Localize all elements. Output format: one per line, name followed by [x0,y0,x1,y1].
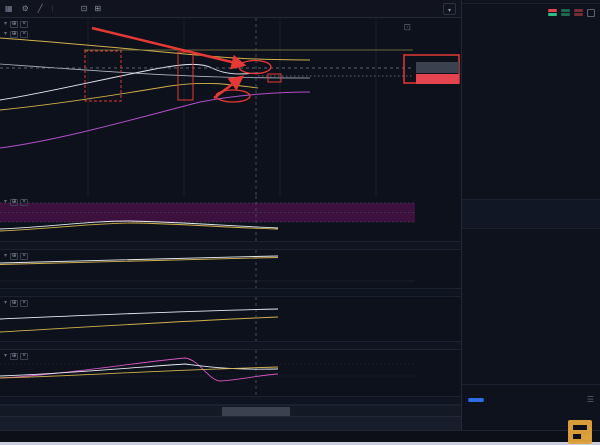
annotation-arrow-2[interactable] [213,75,244,99]
toolbar-divider: | [51,4,54,13]
kdj-settings-icon[interactable]: ⊕ [10,353,19,360]
layout-icon[interactable] [587,8,595,17]
kdj-d-line [0,366,279,379]
macd-panel: ▾ ⊕ × [0,250,461,288]
new-window-icon[interactable]: ⊞ [94,4,101,13]
ma-panel: ▾ ⊕ × [0,297,461,341]
ma-panel-ma7-line [0,308,279,320]
settings-small-icon[interactable]: ☰ [587,395,594,404]
jinse-logo-icon [568,420,592,444]
boll-close-icon[interactable]: × [20,21,29,28]
main-chart-panel: ▾ ⊕ × ▾ ⊕ × ⊡ [0,18,461,196]
book-mode-split-icon[interactable] [548,8,557,17]
ask-list [462,44,600,199]
macd-canvas[interactable] [0,250,461,288]
ma-panel-close-icon[interactable]: × [20,300,29,307]
annotation-ellipse-450[interactable] [238,59,272,75]
stochrsi-panel: ▾ ⊕ × [0,196,461,241]
boll-lower-line [0,91,311,149]
kdj-canvas[interactable] [0,350,461,396]
ma-close-icon[interactable]: × [20,30,29,38]
fullscreen-icon[interactable]: ⊡ [81,4,88,13]
macd-settings-icon[interactable]: ⊕ [10,253,19,260]
pencil-icon: ╱ [37,4,43,13]
grid-lines [87,18,377,196]
indicator-tabbar [0,396,461,405]
ma-canvas[interactable] [0,297,461,341]
main-chart-canvas[interactable] [0,18,461,196]
stochrsi-d-line [0,222,279,232]
last-price-block [462,199,600,229]
indicator-tabbar [0,288,461,297]
camera-icon[interactable]: ⊡ [403,22,411,33]
stochrsi-settings-icon[interactable]: ⊕ [10,199,19,206]
draw-line-button[interactable]: ╱ [38,4,45,13]
kdj-j-line [0,357,279,382]
ma-settings-icon[interactable]: ⊕ [10,30,19,38]
weibi-row [462,21,600,33]
ma30-line [0,82,259,111]
kdj-close-icon[interactable]: × [20,353,29,360]
trading-app: ▦ ⚙ ╱ | ⊡ ⊞ ▾ ▾ ⊕ × ▾ ⊕ × ⊡ ▾ ⊕ × ▾ ⊕ × … [0,0,600,445]
stochrsi-close-icon[interactable]: × [20,199,29,206]
annotation-ellipse-437[interactable] [215,89,251,103]
watermark [568,420,597,444]
kdj-panel: ▾ ⊕ × [0,350,461,396]
macd-close-icon[interactable]: × [20,253,29,260]
book-headers [462,33,600,44]
ma-panel-settings-icon[interactable]: ⊕ [10,300,19,307]
indicator-tool-button[interactable]: ▦ [5,4,15,13]
book-mode-buy-icon[interactable] [561,8,570,17]
boll-upper-line [0,37,311,61]
annotation-rect-1[interactable] [84,50,122,102]
boll-settings-icon[interactable]: ⊕ [10,21,19,28]
order-book-panel: ☰ [461,0,600,430]
indicator-tabbar [0,341,461,350]
gear-icon: ⚙ [21,4,29,13]
bid-list [462,229,600,384]
bottom-tab-bar [0,416,461,430]
last-price-tag [416,74,459,84]
macd-dif-line [0,255,279,264]
book-tab-bar [462,4,600,21]
annotation-arrow-1[interactable] [91,26,247,70]
indicator-tabbar [0,241,461,250]
news-ticker [0,430,600,442]
book-footer: ☰ [462,384,600,414]
chart-toolbar: ▦ ⚙ ╱ | ⊡ ⊞ [0,0,461,18]
crosshair-time-tooltip [222,407,290,416]
normal-order-button[interactable] [468,397,484,402]
window-mode-button[interactable] [442,2,456,15]
stochrsi-canvas[interactable] [0,196,461,241]
book-mode-sell-icon[interactable] [574,8,583,17]
ma-panel-ma30-line [0,316,279,333]
macd-dea-line [0,257,279,265]
indicator-icon: ▦ [5,4,13,13]
crosshair-price-box [416,62,459,73]
kdj-k-line [0,363,279,377]
settings-button[interactable]: ⚙ [22,4,31,13]
time-axis[interactable] [0,405,461,416]
